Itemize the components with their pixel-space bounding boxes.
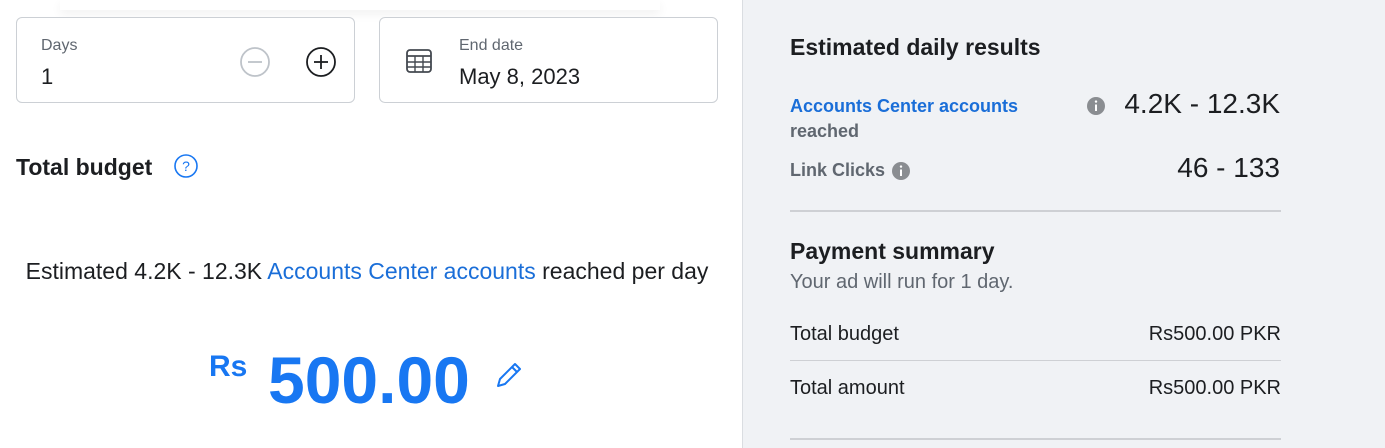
days-label: Days bbox=[41, 37, 78, 54]
calendar-icon bbox=[406, 49, 432, 73]
accounts-center-link[interactable]: Accounts Center accounts bbox=[267, 258, 535, 284]
estimate-prefix: Estimated 4.2K - 12.3K bbox=[25, 258, 268, 284]
info-icon[interactable] bbox=[1086, 96, 1106, 116]
link-clicks-label: Link Clicks bbox=[790, 160, 886, 180]
minus-circle-icon bbox=[240, 47, 270, 77]
total-budget-heading: Total budget bbox=[16, 154, 153, 180]
question-circle-icon[interactable]: ? bbox=[173, 153, 199, 179]
end-date-value[interactable]: May 8, 2023 bbox=[459, 64, 580, 90]
increase-days-button[interactable] bbox=[305, 46, 337, 78]
days-field[interactable]: Days 1 bbox=[16, 17, 355, 103]
total-amount-row-label: Total amount bbox=[790, 377, 905, 399]
accounts-reached-value: 4.2K - 12.3K bbox=[1124, 88, 1280, 119]
payment-summary-heading: Payment summary bbox=[790, 238, 995, 264]
svg-text:?: ? bbox=[182, 158, 190, 174]
end-date-field[interactable]: End date May 8, 2023 bbox=[379, 17, 718, 103]
budget-amount[interactable]: 500.00 bbox=[268, 342, 470, 418]
info-icon[interactable] bbox=[891, 161, 911, 181]
divider bbox=[790, 438, 1281, 440]
plus-circle-icon bbox=[306, 47, 336, 77]
divider bbox=[790, 210, 1281, 212]
reach-estimate: Estimated 4.2K - 12.3K Accounts Center a… bbox=[16, 256, 718, 286]
end-date-label: End date bbox=[459, 37, 524, 54]
estimated-results-heading: Estimated daily results bbox=[790, 34, 1041, 60]
estimate-suffix: reached per day bbox=[535, 258, 709, 284]
budget-duration-panel: Days 1 End date May 8, 2023 Total budget… bbox=[0, 0, 742, 448]
currency-symbol: Rs bbox=[209, 350, 248, 383]
total-budget-row-label: Total budget bbox=[790, 323, 899, 345]
total-amount-row-value: Rs500.00 PKR bbox=[1148, 377, 1281, 399]
accounts-reached-sub: reached bbox=[790, 121, 860, 141]
link-clicks-value: 46 - 133 bbox=[1177, 152, 1280, 183]
days-value[interactable]: 1 bbox=[41, 64, 53, 90]
total-budget-row-value: Rs500.00 PKR bbox=[1148, 323, 1281, 345]
pencil-icon[interactable] bbox=[492, 358, 526, 392]
decrease-days-button[interactable] bbox=[239, 46, 271, 78]
accounts-reached-link[interactable]: Accounts Center accounts bbox=[790, 96, 1018, 117]
payment-summary-subtitle: Your ad will run for 1 day. bbox=[790, 271, 1014, 293]
divider bbox=[790, 360, 1281, 361]
header-shadow bbox=[60, 0, 660, 10]
